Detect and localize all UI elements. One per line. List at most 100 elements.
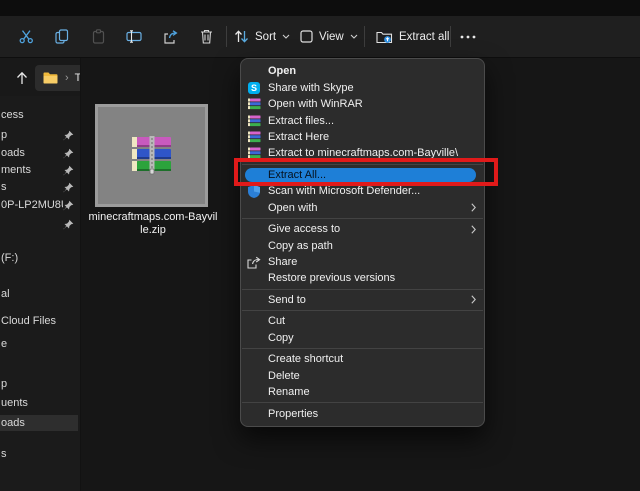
sidebar-item-s[interactable]: s: [0, 446, 80, 462]
share-toolbar-icon: [163, 29, 178, 44]
sidebar-item-label: 0P-LP2MU8U: [1, 199, 63, 211]
share-button[interactable]: [157, 23, 183, 50]
sidebar-item-ments[interactable]: ments: [0, 162, 80, 178]
titlebar: [0, 0, 640, 16]
delete-button[interactable]: [193, 23, 219, 50]
sidebar-item-label: oads: [1, 147, 25, 159]
up-arrow-icon: [15, 71, 29, 85]
menu-item-cut[interactable]: Cut: [241, 313, 484, 329]
toolbar-separator: [364, 26, 365, 47]
menu-item-copy-as-path[interactable]: Copy as path: [241, 237, 484, 253]
sort-button[interactable]: Sort: [234, 23, 290, 50]
view-button[interactable]: View: [300, 23, 358, 50]
sidebar-item-label: Cloud Files: [1, 315, 57, 327]
sidebar-item-label: (F:): [1, 252, 19, 264]
more-options-button[interactable]: [460, 23, 476, 50]
sidebar-item-label: al: [1, 288, 10, 300]
sidebar-item-label: p: [1, 378, 8, 390]
menu-item-rename[interactable]: Rename: [241, 384, 484, 400]
menu-item-label: Cut: [268, 315, 286, 328]
menu-item-give-access-to[interactable]: Give access to: [241, 221, 484, 237]
extract-folder-icon: [376, 30, 393, 44]
context-menu: Open S Share with Skype Open with WinRAR Ext…: [240, 58, 485, 427]
sidebar-item-label: ments: [1, 164, 31, 176]
command-toolbar: Sort View Extract all: [0, 16, 640, 58]
sidebar-item-p[interactable]: p: [0, 376, 80, 392]
pin-icon: [63, 200, 75, 211]
skype-icon: S: [247, 81, 261, 94]
sort-icon: [234, 30, 249, 43]
menu-item-label: Send to: [268, 293, 306, 306]
menu-separator: [242, 402, 483, 404]
menu-item-create-shortcut[interactable]: Create shortcut: [241, 351, 484, 367]
view-label: View: [319, 30, 344, 43]
sidebar-item-cloud-files[interactable]: Cloud Files: [0, 313, 80, 329]
menu-item-copy[interactable]: Copy: [241, 330, 484, 346]
menu-item-open-with-winrar[interactable]: Open with WinRAR: [241, 96, 484, 112]
menu-item-open[interactable]: Open: [241, 63, 484, 79]
menu-separator: [242, 348, 483, 349]
menu-item-extract-here[interactable]: Extract Here: [241, 129, 484, 145]
menu-item-label: Extract All...: [268, 168, 327, 181]
menu-item-label: Extract to minecraftmaps.com-Bayville\: [268, 147, 459, 160]
menu-item-share[interactable]: Share: [241, 254, 484, 270]
sidebar-item-uents[interactable]: uents: [0, 395, 80, 411]
menu-item-scan-with-microsoft-defender[interactable]: Scan with Microsoft Defender...: [241, 183, 484, 199]
sidebar-item--f-[interactable]: (F:): [0, 250, 80, 266]
menu-item-extract-to-minecraftmaps-com-bayville[interactable]: Extract to minecraftmaps.com-Bayville\: [241, 145, 484, 161]
submenu-chevron-icon: [467, 203, 476, 212]
pin-icon: [63, 182, 75, 193]
menu-item-label: Give access to: [268, 223, 341, 236]
menu-item-label: Open with: [268, 201, 318, 214]
chevron-down-icon: [350, 34, 358, 39]
paste-button[interactable]: [85, 23, 111, 50]
menu-item-open-with[interactable]: Open with: [241, 200, 484, 216]
menu-item-send-to[interactable]: Send to: [241, 292, 484, 308]
zip-file-thumbnail[interactable]: [95, 104, 208, 207]
scissors-icon: [19, 29, 34, 44]
rename-icon: [126, 30, 142, 43]
sidebar-item-label: uents: [1, 397, 28, 409]
toolbar-separator: [226, 26, 227, 47]
navigate-up-button[interactable]: [10, 66, 34, 90]
menu-item-properties[interactable]: Properties: [241, 405, 484, 421]
sidebar-item-p[interactable]: p: [0, 127, 80, 143]
trash-icon: [200, 29, 213, 44]
sidebar-item-al[interactable]: al: [0, 286, 80, 302]
sidebar-item[interactable]: [0, 216, 80, 232]
pin-icon: [63, 219, 75, 230]
file-explorer-window: Sort View Extract all ›This PC›Downloads…: [0, 0, 640, 491]
sidebar-item-oads[interactable]: oads: [0, 415, 78, 431]
zip-file-name[interactable]: minecraftmaps.com-Bayvil le.zip: [83, 211, 223, 237]
menu-item-label: Extract files...: [268, 114, 335, 127]
menu-item-label: Share: [268, 256, 298, 269]
menu-item-extract-all[interactable]: Extract All...: [241, 167, 484, 183]
sidebar-item-oads[interactable]: oads: [0, 145, 80, 161]
sidebar-item-cess[interactable]: cess: [0, 107, 80, 123]
menu-item-label: Delete: [268, 369, 300, 382]
extract-all-button[interactable]: Extract all: [376, 23, 450, 50]
share-menu-icon: [247, 256, 261, 269]
file-name-line1: minecraftmaps.com-Bayvil: [88, 211, 218, 223]
defender-icon: [247, 184, 261, 198]
menu-item-share-with-skype[interactable]: S Share with Skype: [241, 79, 484, 95]
pin-icon: [63, 130, 75, 141]
sidebar-item-0p-lp2mu8u[interactable]: 0P-LP2MU8U: [0, 197, 80, 213]
menu-item-restore-previous-versions[interactable]: Restore previous versions: [241, 270, 484, 286]
sidebar-item-label: e: [1, 338, 8, 350]
rename-button[interactable]: [121, 23, 147, 50]
sidebar-item-s[interactable]: s: [0, 179, 80, 195]
copy-button[interactable]: [49, 23, 75, 50]
sidebar-item-label: cess: [1, 109, 24, 121]
menu-separator: [242, 288, 483, 290]
menu-item-extract-files[interactable]: Extract files...: [241, 112, 484, 128]
menu-item-label: Open: [268, 65, 297, 78]
menu-item-delete[interactable]: Delete: [241, 367, 484, 383]
menu-item-label: Properties: [268, 407, 319, 420]
cut-button[interactable]: [13, 23, 39, 50]
clipboard-icon: [92, 29, 105, 44]
sidebar-item-e[interactable]: e: [0, 336, 80, 352]
breadcrumb-chevron-icon: ›: [65, 72, 69, 84]
navigation-sidebar: cess p oads ments s 0P-LP2MU8U (F:) al Cloud Fil…: [0, 96, 80, 491]
sort-label: Sort: [255, 30, 277, 43]
